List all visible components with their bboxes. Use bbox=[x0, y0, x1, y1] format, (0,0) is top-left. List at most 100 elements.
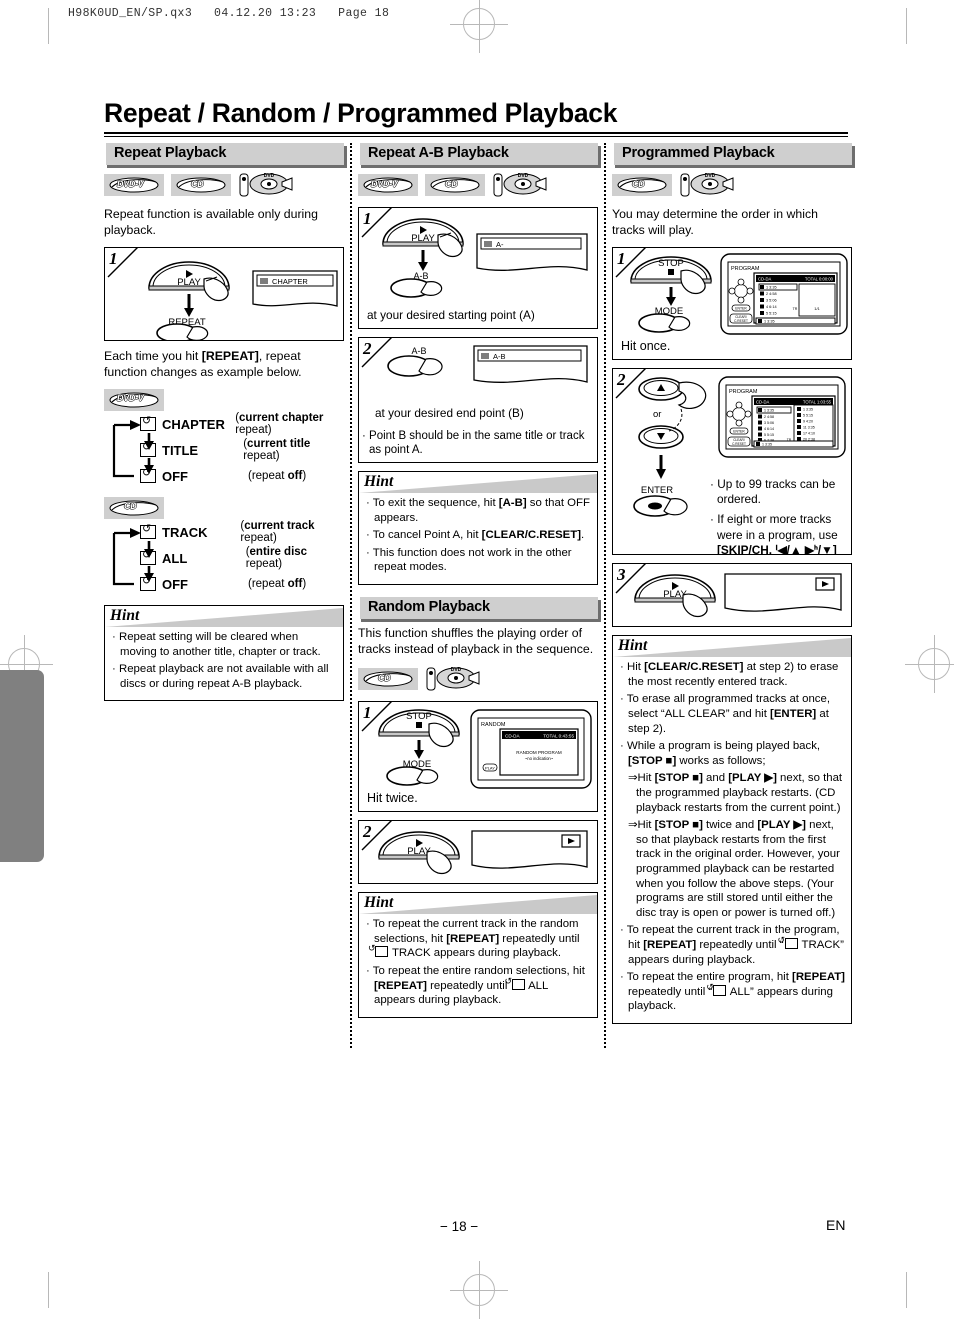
hint-bold: [PLAY ▶] bbox=[728, 772, 777, 785]
svg-text:5 5:15: 5 5:15 bbox=[803, 414, 813, 418]
svg-text:TOTAL 0:43:55: TOTAL 0:43:55 bbox=[543, 734, 574, 739]
badge-cd-label: CD bbox=[378, 672, 391, 683]
hint-bold: [REPEAT] bbox=[374, 979, 427, 992]
hint-bold: [REPEAT] bbox=[792, 971, 845, 984]
svg-text:PROGRAM: PROGRAM bbox=[729, 389, 758, 395]
hint-title: Hint bbox=[364, 894, 394, 912]
programmed-intro-text: You may determine the order in which tra… bbox=[612, 207, 818, 237]
svg-text:ENTER: ENTER bbox=[735, 306, 747, 310]
svg-text:DVD: DVD bbox=[451, 667, 462, 673]
programmed-step-2: 2 or ENTER PROGRAM CD-DA TOTAL 1:03:55 1… bbox=[612, 368, 852, 556]
svg-text:3 5:06: 3 5:06 bbox=[764, 421, 774, 425]
hint-box-random: Hint · To repeat the current track in th… bbox=[358, 892, 598, 1018]
hint-pre: To repeat the entire random selections, … bbox=[372, 965, 585, 978]
hint-bold: [STOP ■] bbox=[628, 754, 677, 767]
repeat-ab-step-2: 2 A-B A-B at your desired end point (B) … bbox=[358, 337, 598, 464]
step-number: 1 bbox=[109, 248, 118, 268]
flow-desc-bold: off bbox=[287, 470, 303, 483]
step-note-text: Up to 99 tracks can be ordered. bbox=[717, 477, 836, 507]
hint-bold: [REPEAT] bbox=[643, 938, 697, 951]
repeat-icon bbox=[140, 414, 156, 432]
step-number: 2 bbox=[363, 339, 372, 359]
hint-list: · Repeat setting will be cleared when mo… bbox=[105, 627, 343, 700]
flow-label: OFF bbox=[162, 468, 188, 484]
flow-desc: (current title repeat) bbox=[243, 438, 311, 463]
side-tab-dvd-functions: DVD Functions bbox=[0, 670, 44, 862]
svg-text:TR: TR bbox=[793, 307, 798, 311]
svg-text:PLAY: PLAY bbox=[411, 233, 435, 244]
column-divider-1 bbox=[350, 143, 354, 1048]
hint-pre: Hit bbox=[626, 661, 645, 674]
svg-text:5 5:15: 5 5:15 bbox=[766, 312, 777, 316]
print-header: H98K0UD_EN/SP.qx3 04.12.20 13:23 Page 18 bbox=[68, 7, 390, 20]
section-header-programmed: Programmed Playback bbox=[612, 143, 852, 165]
hint-bold: [CLEAR/C.RESET] bbox=[644, 661, 744, 674]
column-repeat-playback: Repeat Playback DVD-V CD DVD Repeat func… bbox=[104, 143, 344, 710]
svg-text:A-B: A-B bbox=[411, 346, 426, 356]
step-caption: Hit twice. bbox=[367, 791, 418, 806]
hint-list: · Hit [CLEAR/C.RESET] at step 2) to eras… bbox=[613, 657, 851, 1023]
svg-text:C.RESET: C.RESET bbox=[732, 442, 746, 446]
svg-text:STOP: STOP bbox=[658, 258, 684, 269]
programmed-step2-notes: · Up to 99 tracks can be ordered. · If e… bbox=[707, 477, 843, 556]
svg-text:2 4:58: 2 4:58 bbox=[764, 415, 774, 419]
hint-title: Hint bbox=[110, 606, 140, 624]
flow-desc-bold: current title bbox=[247, 438, 311, 451]
flow-row-all: ALL (entire disc repeat) bbox=[104, 546, 344, 571]
hint-pre: This function does not work in the other… bbox=[372, 546, 572, 574]
hint-post: TRACK appears during playback. bbox=[389, 947, 562, 960]
hint-item: · To exit the sequence, hit [A-B] so tha… bbox=[366, 497, 590, 524]
section-header-random: Random Playback bbox=[358, 597, 598, 620]
flow-desc: (repeat off) bbox=[248, 470, 307, 483]
svg-text:3 5:06: 3 5:06 bbox=[766, 299, 777, 303]
hint-sub-item: ⇒Hit [STOP ■] twice and [PLAY ▶] next, s… bbox=[628, 818, 845, 920]
flow-label: TITLE bbox=[162, 442, 199, 458]
registration-mark-top bbox=[450, 0, 508, 53]
disc-badges-repeat: DVD-V CD DVD bbox=[104, 172, 344, 198]
page-title: Repeat / Random / Programmed Playback bbox=[104, 98, 618, 128]
step-note: · Up to 99 tracks can be ordered. bbox=[710, 477, 836, 507]
badge-cd-label: CD bbox=[632, 178, 645, 189]
flow-desc: (current chapter repeat) bbox=[235, 412, 324, 437]
repeat-icon bbox=[375, 946, 388, 958]
badge-cd: CD bbox=[612, 174, 672, 196]
flow-label: TRACK bbox=[162, 524, 208, 540]
flow-desc-bold: entire disc bbox=[249, 546, 308, 559]
section-title: Repeat A-B Playback bbox=[368, 145, 509, 161]
repeat-icon bbox=[511, 978, 525, 990]
hint-bold: [ENTER] bbox=[770, 708, 817, 720]
hint-item: · To repeat the entire random selections… bbox=[366, 964, 591, 1008]
hint-sub-item: ⇒Hit [STOP ■] and [PLAY ▶] next, so that… bbox=[628, 771, 845, 815]
hint-box-programmed: Hint · Hit [CLEAR/C.RESET] at step 2) to… bbox=[612, 635, 852, 1024]
badge-cd-label: CD bbox=[191, 178, 204, 189]
disc-badges-random: CD DVD bbox=[358, 666, 598, 692]
hint-mid: repeatedly until “ bbox=[696, 938, 784, 951]
hint-box-repeat-ab: Hint · To exit the sequence, hit [A-B] s… bbox=[358, 471, 598, 586]
hint-item-text: Repeat playback are not available with a… bbox=[118, 663, 329, 690]
repeat-after-step-text: Each time you hit [REPEAT], repeat funct… bbox=[104, 348, 302, 379]
section-header-repeat-ab: Repeat A-B Playback bbox=[358, 143, 598, 165]
crop-mark-tr-v bbox=[906, 8, 907, 44]
repeat-step-1: 1 PLAY REPEAT CHAPTER bbox=[104, 246, 344, 341]
svg-text:RANDOM: RANDOM bbox=[481, 722, 506, 728]
flow-desc-rest: repeat) bbox=[245, 558, 283, 571]
badge-dvd-v-label: DVD-V bbox=[371, 178, 398, 189]
svg-text:1 3:35: 1 3:35 bbox=[764, 320, 775, 324]
step-number: 1 bbox=[363, 209, 372, 228]
svg-text:CHAPTER: CHAPTER bbox=[272, 277, 308, 286]
svg-text:or: or bbox=[653, 409, 661, 420]
hint-bold: [PLAY ▶] bbox=[757, 819, 806, 832]
step-note-bold: [SKIP/CH. ᑊ◀/▲ ▶ᑋ/▼] bbox=[717, 542, 837, 556]
repeat-icon bbox=[713, 984, 727, 996]
hint-bold: [A-B] bbox=[498, 497, 527, 510]
hint-item: · This function does not work in the oth… bbox=[366, 546, 572, 574]
svg-text:PLAY: PLAY bbox=[177, 277, 201, 288]
flow-row-off-cd: OFF (repeat off) bbox=[104, 573, 344, 596]
hint-item: · To cancel Point A, hit [CLEAR/C.RESET]… bbox=[366, 529, 585, 542]
svg-text:DVD: DVD bbox=[705, 173, 716, 179]
badge-cd: CD bbox=[425, 174, 485, 196]
random-step-1: 1 STOP MODE RANDOM CD-DA TOTAL 0:43:55 R… bbox=[358, 701, 598, 813]
section-title: Programmed Playback bbox=[622, 145, 775, 161]
flow-desc-rest: repeat) bbox=[243, 450, 280, 463]
repeat-icon bbox=[140, 548, 156, 566]
